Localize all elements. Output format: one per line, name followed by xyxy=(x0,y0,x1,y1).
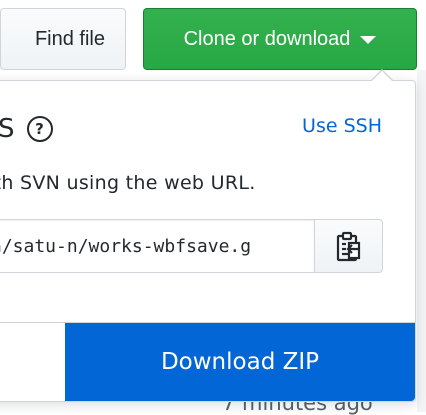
page-background-edge xyxy=(417,70,426,412)
clone-url-input[interactable] xyxy=(0,219,314,273)
clone-heading: S ? xyxy=(0,114,53,144)
clone-button-label: Clone or download xyxy=(183,27,351,50)
clone-description: ith SVN using the web URL. xyxy=(0,172,256,194)
dropdown-pointer-fill xyxy=(372,71,392,81)
download-zip-label: Download ZIP xyxy=(160,349,320,375)
clone-heading-text: S xyxy=(0,114,15,144)
copy-to-clipboard-button[interactable] xyxy=(314,219,383,273)
download-zip-button[interactable]: Download ZIP xyxy=(65,323,415,401)
clipboard-icon xyxy=(336,231,360,262)
clone-or-download-button[interactable]: Clone or download xyxy=(143,8,417,70)
find-file-button[interactable]: Find file xyxy=(0,8,126,70)
chevron-down-icon xyxy=(360,36,377,44)
use-ssh-link[interactable]: Use SSH xyxy=(302,115,382,137)
find-file-label: Find file xyxy=(34,27,105,50)
question-circle-icon[interactable]: ? xyxy=(26,116,53,142)
